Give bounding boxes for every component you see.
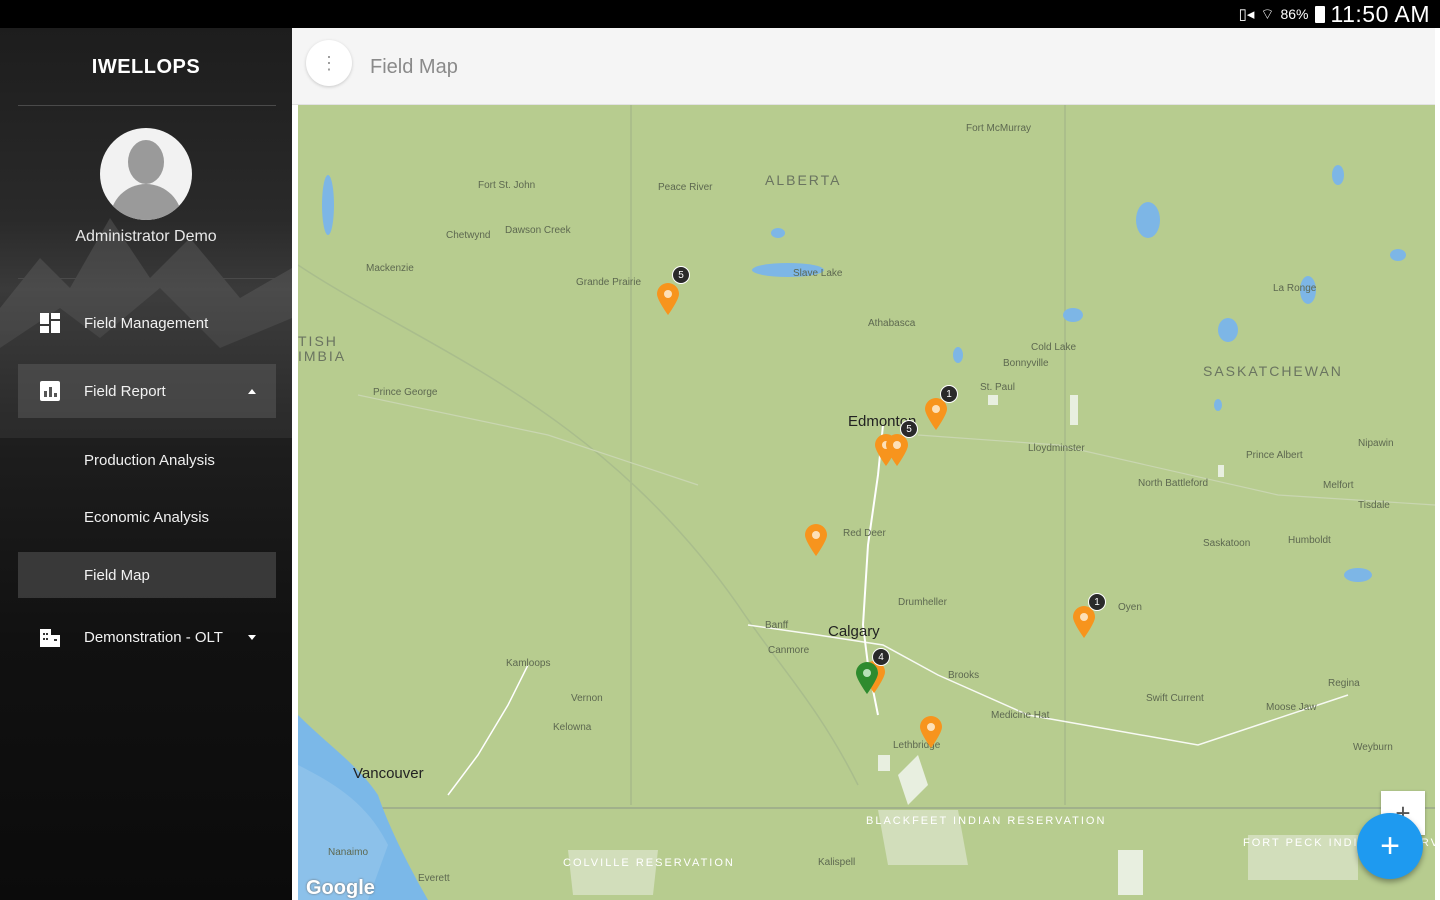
report-icon — [38, 379, 62, 403]
divider — [18, 105, 276, 106]
place-label: Lloydminster — [1028, 443, 1085, 454]
city-label: Calgary — [828, 623, 880, 640]
place-label: Oyen — [1118, 602, 1142, 613]
nav-field-management[interactable]: Field Management — [18, 296, 276, 350]
nav-field-map[interactable]: Field Map — [18, 552, 276, 598]
nav-label: Demonstration - OLT — [84, 628, 223, 646]
dashboard-icon — [38, 311, 62, 335]
more-vert-icon: ⋮ — [320, 52, 338, 73]
city-label: Regina — [1328, 678, 1360, 689]
region-label: SASKATCHEWAN — [1203, 363, 1343, 379]
place-label: St. Paul — [980, 382, 1016, 393]
map-marker-orange[interactable] — [803, 523, 829, 557]
place-label: Cold Lake — [1031, 342, 1077, 353]
city-label: Vancouver — [353, 765, 424, 782]
nav-economic-analysis[interactable]: Economic Analysis — [84, 509, 209, 526]
place-label: Dawson Creek — [505, 225, 571, 236]
region-label: TISH — [298, 333, 338, 349]
place-label: Fort McMurray — [966, 123, 1031, 134]
chevron-down-icon — [248, 634, 256, 640]
reservation-label: BLACKFEET INDIAN RESERVATION — [866, 815, 1107, 827]
place-label: Mackenzie — [366, 263, 414, 274]
page-title: Field Map — [370, 56, 458, 78]
more-vert-button[interactable]: ⋮ — [306, 40, 352, 86]
chevron-up-icon — [248, 388, 256, 394]
battery-percent: 86% — [1280, 6, 1309, 22]
place-label: Drumheller — [898, 597, 947, 608]
sidebar: IWELLOPS Administrator Demo Field Manage… — [0, 28, 292, 900]
marker-count-badge: 1 — [1088, 593, 1106, 611]
place-label: Kalispell — [818, 857, 856, 868]
top-bar: ⋮ Field Map — [292, 28, 1435, 105]
place-label: North Battleford — [1138, 478, 1209, 489]
nav-field-report[interactable]: Field Report — [18, 364, 276, 418]
marker-count-badge: 4 — [872, 648, 890, 666]
place-label: Grande Prairie — [576, 277, 642, 288]
vibrate-icon: ▯◂ — [1238, 6, 1255, 23]
map-marker-orange[interactable] — [884, 433, 910, 467]
place-label: Red Deer — [843, 528, 886, 539]
place-label: Saskatoon — [1203, 538, 1251, 549]
region-label: IMBIA — [298, 348, 347, 364]
building-icon — [38, 625, 62, 649]
region-label: ALBERTA — [765, 172, 842, 188]
place-label: Nipawin — [1358, 438, 1394, 449]
google-logo: Google — [306, 877, 375, 899]
reservation-label: COLVILLE RESERVATION — [563, 857, 735, 869]
place-label: Peace River — [658, 182, 713, 193]
place-label: Vernon — [571, 693, 603, 704]
place-label: Bonnyville — [1003, 358, 1049, 369]
place-label: Brooks — [948, 670, 980, 681]
place-label: Slave Lake — [793, 268, 843, 279]
place-label: Tisdale — [1358, 500, 1390, 511]
place-label: Moose Jaw — [1266, 702, 1317, 713]
status-bar: ▯◂ ⌔ 86% 11:50 AM — [0, 0, 1440, 28]
nav-label: Field Management — [84, 314, 209, 332]
nav-demonstration-olt[interactable]: Demonstration - OLT — [18, 610, 276, 664]
place-label: La Ronge — [1273, 283, 1317, 294]
place-label: Prince George — [373, 387, 438, 398]
add-fab-button[interactable]: + — [1357, 813, 1423, 879]
avatar[interactable] — [100, 128, 192, 220]
place-label: Chetwynd — [446, 230, 491, 241]
user-name: Administrator Demo — [75, 228, 217, 245]
place-label: Weyburn — [1353, 742, 1393, 753]
battery-icon — [1314, 5, 1325, 23]
nav-label: Field Report — [84, 382, 166, 400]
place-label: Medicine Hat — [991, 710, 1050, 721]
map[interactable]: ALBERTA SASKATCHEWAN TISH IMBIA Edmonton… — [298, 105, 1435, 900]
place-label: Melfort — [1323, 480, 1354, 491]
wifi-icon: ⌔ — [1260, 5, 1275, 23]
place-label: Prince Albert — [1246, 450, 1303, 461]
clock: 11:50 AM — [1330, 0, 1430, 27]
map-marker-orange[interactable] — [655, 282, 681, 316]
divider — [18, 278, 276, 279]
place-label: Everett — [418, 873, 450, 884]
nav-production-analysis[interactable]: Production Analysis — [84, 452, 215, 469]
main-content: ⋮ Field Map ALBERTA SASKATCHEWAN TISH IM… — [292, 28, 1440, 900]
brand-title: IWELLOPS — [91, 56, 201, 78]
map-marker-green[interactable] — [854, 661, 880, 695]
place-label: Canmore — [768, 645, 810, 656]
marker-count-badge: 1 — [940, 385, 958, 403]
nav-label: Field Map — [84, 566, 150, 584]
marker-count-badge: 5 — [900, 420, 918, 438]
place-label: Swift Current — [1146, 693, 1204, 704]
place-label: Kelowna — [553, 722, 592, 733]
place-label: Athabasca — [868, 318, 916, 329]
map-shapes — [298, 105, 1435, 900]
place-label: Fort St. John — [478, 180, 536, 191]
marker-count-badge: 5 — [672, 266, 690, 284]
place-label: Banff — [765, 620, 789, 631]
map-marker-orange[interactable] — [918, 715, 944, 749]
place-label: Nanaimo — [328, 847, 369, 858]
place-label: Humboldt — [1288, 535, 1331, 546]
place-label: Kamloops — [506, 658, 551, 669]
